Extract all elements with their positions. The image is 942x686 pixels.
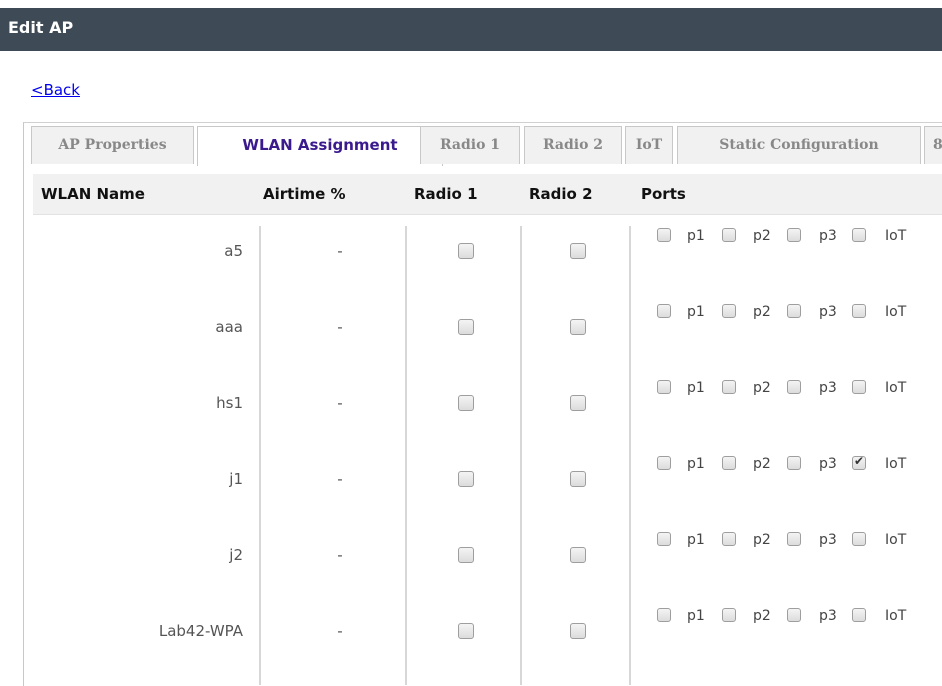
port-p1-checkbox[interactable] xyxy=(657,228,671,242)
table-row: hs1 - p1 p2 p3 IoT xyxy=(33,370,942,446)
wlan-name-cell: Lab42-WPA xyxy=(158,622,243,640)
port-iot-label: IoT xyxy=(885,608,907,624)
port-p2-label: p2 xyxy=(753,608,771,624)
table-row: aaa - p1 p2 p3 IoT xyxy=(33,294,942,370)
radio1-checkbox[interactable] xyxy=(458,623,474,639)
wlan-name-cell: a5 xyxy=(224,242,243,260)
wlan-name-cell: j2 xyxy=(229,546,243,564)
header-radio-2: Radio 2 xyxy=(529,185,593,203)
port-iot-label: IoT xyxy=(885,380,907,396)
wlan-name-cell: aaa xyxy=(215,318,243,336)
radio2-checkbox[interactable] xyxy=(570,623,586,639)
wlan-name-cell: hs1 xyxy=(216,394,243,412)
tab-radio-2[interactable]: Radio 2 xyxy=(524,126,622,164)
port-p1-checkbox[interactable] xyxy=(657,304,671,318)
radio2-checkbox[interactable] xyxy=(570,395,586,411)
port-p2-checkbox[interactable] xyxy=(722,380,736,394)
port-p1-checkbox[interactable] xyxy=(657,456,671,470)
port-p2-label: p2 xyxy=(753,228,771,244)
port-iot-label: IoT xyxy=(885,532,907,548)
port-iot-checkbox[interactable] xyxy=(852,454,866,470)
header-radio-1: Radio 1 xyxy=(414,185,478,203)
header-wlan-name: WLAN Name xyxy=(41,185,145,203)
port-p1-label: p1 xyxy=(687,380,705,396)
port-p3-label: p3 xyxy=(819,228,837,244)
table-row: a5 - p1 p2 p3 IoT xyxy=(33,218,942,294)
port-iot-label: IoT xyxy=(885,304,907,320)
port-p3-checkbox[interactable] xyxy=(787,456,801,470)
radio2-checkbox[interactable] xyxy=(570,243,586,259)
port-p3-checkbox[interactable] xyxy=(787,228,801,242)
back-link[interactable]: <Back xyxy=(31,81,80,99)
port-p3-checkbox[interactable] xyxy=(787,608,801,622)
radio2-checkbox[interactable] xyxy=(570,547,586,563)
port-p3-checkbox[interactable] xyxy=(787,532,801,546)
tab-overflow[interactable]: 8 xyxy=(924,126,942,164)
port-p1-label: p1 xyxy=(687,304,705,320)
wlan-name-cell: j1 xyxy=(229,470,243,488)
airtime-cell: - xyxy=(337,318,343,336)
port-p3-label: p3 xyxy=(819,456,837,472)
table-row: Lab42-WPA - p1 p2 p3 IoT xyxy=(33,598,942,674)
airtime-cell: - xyxy=(337,622,343,640)
radio1-checkbox[interactable] xyxy=(458,243,474,259)
port-p3-label: p3 xyxy=(819,608,837,624)
radio1-checkbox[interactable] xyxy=(458,547,474,563)
port-p2-checkbox[interactable] xyxy=(722,456,736,470)
port-p2-checkbox[interactable] xyxy=(722,608,736,622)
port-p3-label: p3 xyxy=(819,532,837,548)
port-p1-checkbox[interactable] xyxy=(657,532,671,546)
port-p1-label: p1 xyxy=(687,532,705,548)
tab-bar: AP Properties WLAN Assignment Radio 1 Ra… xyxy=(31,126,942,166)
port-iot-checkbox[interactable] xyxy=(852,228,866,242)
header-airtime: Airtime % xyxy=(263,185,346,203)
radio1-checkbox[interactable] xyxy=(458,319,474,335)
airtime-cell: - xyxy=(337,546,343,564)
port-p2-checkbox[interactable] xyxy=(722,304,736,318)
port-p1-checkbox[interactable] xyxy=(657,608,671,622)
table-row: j1 - p1 p2 p3 IoT xyxy=(33,446,942,522)
table-row: j2 - p1 p2 p3 IoT xyxy=(33,522,942,598)
port-p3-label: p3 xyxy=(819,380,837,396)
port-iot-checkbox[interactable] xyxy=(852,304,866,318)
port-p2-label: p2 xyxy=(753,380,771,396)
port-p1-label: p1 xyxy=(687,228,705,244)
port-iot-checkbox[interactable] xyxy=(852,380,866,394)
tab-static-configuration[interactable]: Static Configuration xyxy=(677,126,921,164)
port-p2-checkbox[interactable] xyxy=(722,228,736,242)
port-iot-label: IoT xyxy=(885,456,907,472)
tab-radio-1[interactable]: Radio 1 xyxy=(420,126,520,164)
radio1-checkbox[interactable] xyxy=(458,395,474,411)
table-header: WLAN Name Airtime % Radio 1 Radio 2 Port… xyxy=(33,174,942,215)
tab-wlan-assignment[interactable]: WLAN Assignment xyxy=(197,126,443,166)
tab-ap-properties[interactable]: AP Properties xyxy=(31,126,194,164)
airtime-cell: - xyxy=(337,394,343,412)
port-p1-label: p1 xyxy=(687,608,705,624)
port-iot-label: IoT xyxy=(885,228,907,244)
port-p2-checkbox[interactable] xyxy=(722,532,736,546)
header-ports: Ports xyxy=(641,185,686,203)
airtime-cell: - xyxy=(337,470,343,488)
port-p1-label: p1 xyxy=(687,456,705,472)
port-p3-checkbox[interactable] xyxy=(787,304,801,318)
port-iot-checkbox[interactable] xyxy=(852,532,866,546)
radio1-checkbox[interactable] xyxy=(458,471,474,487)
radio2-checkbox[interactable] xyxy=(570,319,586,335)
port-p2-label: p2 xyxy=(753,456,771,472)
page-title: Edit AP xyxy=(0,8,942,51)
port-p2-label: p2 xyxy=(753,304,771,320)
radio2-checkbox[interactable] xyxy=(570,471,586,487)
port-p2-label: p2 xyxy=(753,532,771,548)
port-p3-checkbox[interactable] xyxy=(787,380,801,394)
airtime-cell: - xyxy=(337,242,343,260)
tab-iot[interactable]: IoT xyxy=(625,126,673,164)
port-iot-checkbox[interactable] xyxy=(852,608,866,622)
port-p3-label: p3 xyxy=(819,304,837,320)
port-p1-checkbox[interactable] xyxy=(657,380,671,394)
